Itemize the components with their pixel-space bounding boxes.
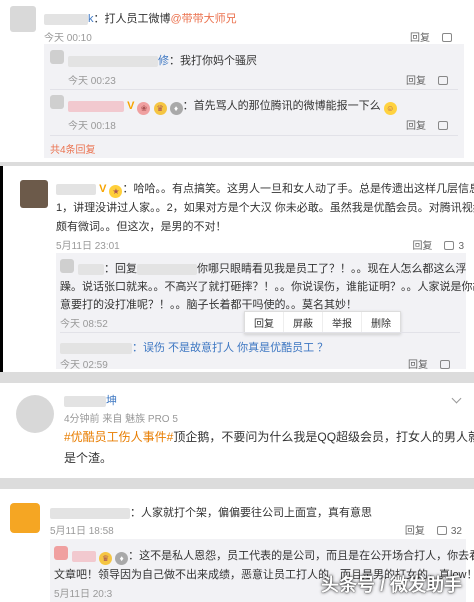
reply-line-2: 躁。说话张口就来。。不高兴了就打砸摔？！。。你说误伤，谁能证明？。。人家说是你故 — [60, 281, 474, 293]
replies-box: 修：我打你妈个骚屄 今天 00:23 回复 V ❀ ♛ ♦ ：首先骂人的那位腾讯的… — [44, 44, 464, 158]
more-replies-link[interactable]: 共4条回复 — [50, 141, 96, 156]
username-blurred[interactable] — [72, 550, 96, 562]
reply-time: 5月11日 20:3 — [54, 589, 113, 600]
face-emoji-icon: ❀ — [137, 102, 151, 115]
thumb-up-icon — [438, 121, 448, 130]
crown-badge-icon: ♛ — [153, 102, 167, 115]
reply-line-3: 意要打的没打准呢？！。。脑子长着都干吗使的。。莫名其妙！ — [60, 299, 357, 311]
thumb-up-icon — [442, 33, 452, 42]
avatar[interactable] — [50, 50, 64, 64]
comment-time: 今天 00:10 — [44, 33, 92, 44]
username-suffix[interactable]: 坤 — [106, 395, 117, 407]
thumb-up-icon — [438, 76, 448, 85]
username-blurred[interactable] — [50, 507, 130, 519]
reply-action-menu: 回复 屏蔽 举报 删除 — [244, 311, 401, 334]
reply-time: 今天 00:23 — [68, 76, 116, 87]
avatar[interactable] — [60, 259, 74, 273]
menu-block[interactable]: 屏蔽 — [284, 312, 323, 333]
reply-button[interactable]: 回复 — [406, 121, 426, 132]
reply-time: 今天 08:52 — [60, 319, 108, 330]
chevron-down-icon[interactable] — [451, 393, 462, 404]
vip-icon: V — [99, 183, 107, 195]
comment-line-3: 颇有微词。。但这次，是男的不对！ — [56, 221, 227, 233]
username-suffix[interactable]: 修 — [158, 55, 169, 67]
like-button[interactable] — [442, 33, 456, 44]
reply-actions: 回复 — [396, 356, 454, 371]
comment-line-2: 1，讲理没讲过人家。。2，如果对方是个大汉 你未必敢。虽然我是优酷会员。对腾讯视… — [56, 202, 474, 214]
thumb-up-icon — [440, 360, 450, 369]
comment-actions: 回复 — [398, 29, 456, 44]
comment-block-1: k：打人员工微博@带带大师兄 今天 00:10 回复 修：我打你妈个骚屄 今天 … — [0, 0, 474, 162]
reply-actions: 回复 — [394, 72, 452, 87]
avatar[interactable] — [16, 395, 54, 433]
vip-icon: V — [127, 100, 135, 112]
username-blurred[interactable] — [60, 342, 132, 354]
username-blurred[interactable] — [68, 100, 124, 112]
avatar[interactable] — [54, 546, 68, 560]
watermark: 头条号 / 微发助手 — [320, 575, 462, 595]
reply-line-1: 你哪只眼睛看见我是员工了？！。。现在人怎么都这么浮 — [197, 263, 467, 275]
replies-box: ：回复 你哪只眼睛看见我是员工了？！。。现在人怎么都这么浮 躁。说话张口就来。。不… — [56, 253, 474, 371]
avatar[interactable] — [10, 503, 40, 533]
username-blurred[interactable] — [78, 263, 104, 275]
vip-badge-icon: ★ — [109, 185, 123, 198]
vip-badge-icon: ♦ — [169, 102, 183, 115]
like-count: 32 — [450, 526, 462, 537]
menu-reply[interactable]: 回复 — [245, 312, 284, 333]
reply-line-1: ：这不是私人恩怨，员工代表的是公司，而且是在公开场合打人，你去看看整个 — [128, 550, 474, 562]
comment-block-4: ：人家就打个架，偏偏要往公司上面宣，真有意思 5月11日 18:58 回复 32 … — [0, 489, 474, 602]
avatar[interactable] — [10, 6, 36, 32]
sweat-emoji-icon: ☺ — [383, 102, 397, 115]
avatar[interactable] — [50, 95, 64, 109]
like-button[interactable] — [438, 76, 452, 87]
comment-text: ：打人员工微博 — [93, 13, 171, 25]
crown-badge-icon: ♛ — [99, 552, 113, 565]
post-text-line-2: 是个渣。 — [64, 451, 113, 465]
reply-button[interactable]: 回复 — [408, 360, 428, 371]
reply-text: ：误伤 不是故意打人 你真是优酷员工 ？ — [132, 342, 329, 354]
like-button[interactable]: 3 — [444, 241, 464, 252]
reply-prefix: ：回复 — [104, 263, 137, 275]
vip-badge-icon: ♦ — [115, 552, 129, 565]
like-button[interactable]: 32 — [436, 526, 462, 537]
comment-time: 5月11日 23:01 — [56, 241, 120, 252]
avatar[interactable] — [20, 180, 48, 208]
menu-delete[interactable]: 删除 — [362, 312, 400, 333]
comment-line-1: ：哈哈。。有点搞笑。这男人一旦和女人动了手。总是传遗出这样几层信息。 — [122, 183, 474, 195]
menu-report[interactable]: 举报 — [323, 312, 362, 333]
comment-time: 5月11日 18:58 — [50, 526, 114, 537]
username-blurred[interactable] — [68, 55, 158, 67]
mention-blurred[interactable] — [137, 263, 197, 275]
reply-button[interactable]: 回复 — [412, 241, 432, 252]
reply-button[interactable]: 回复 — [406, 76, 426, 87]
reply-button[interactable]: 回复 — [405, 526, 425, 537]
like-button[interactable] — [438, 121, 452, 132]
thumb-up-icon — [444, 241, 455, 250]
mention-link[interactable]: @带带大师兄 — [171, 13, 237, 25]
like-count: 3 — [458, 241, 464, 252]
like-button[interactable] — [440, 360, 454, 371]
comment-actions: 回复 32 — [393, 522, 462, 537]
reply-text: ：首先骂人的那位腾讯的微博能报一下么 — [182, 100, 381, 112]
post-meta: 4分钟前 来自 魅族 PRO 5 — [64, 414, 178, 425]
post-text-line-1: 顶企鹅，不要问为什么我是QQ超级会员，打女人的男人就 — [173, 430, 474, 444]
comment-text: ：人家就打个架，偏偏要往公司上面宣，真有意思 — [130, 507, 372, 519]
post-block: 坤 4分钟前 来自 魅族 PRO 5 #优酷员工伤人事件#顶企鹅，不要问为什么我… — [0, 383, 474, 478]
reply-text: ：我打你妈个骚屄 — [169, 55, 257, 67]
left-edge-bar — [0, 166, 3, 372]
username-blurred[interactable] — [56, 183, 96, 195]
username-blurred[interactable] — [64, 395, 106, 407]
reply-time: 今天 00:18 — [68, 121, 116, 132]
username-blurred[interactable] — [44, 13, 88, 25]
thumb-up-icon — [436, 526, 447, 535]
reply-actions: 回复 — [394, 117, 452, 132]
topic-link[interactable]: #优酷员工伤人事件# — [64, 430, 173, 444]
comment-actions: 回复 3 — [400, 237, 464, 252]
reply-button[interactable]: 回复 — [410, 33, 430, 44]
reply-time: 今天 02:59 — [60, 360, 108, 371]
comment-block-2: V ★ ：哈哈。。有点搞笑。这男人一旦和女人动了手。总是传遗出这样几层信息。 1，… — [0, 166, 474, 372]
